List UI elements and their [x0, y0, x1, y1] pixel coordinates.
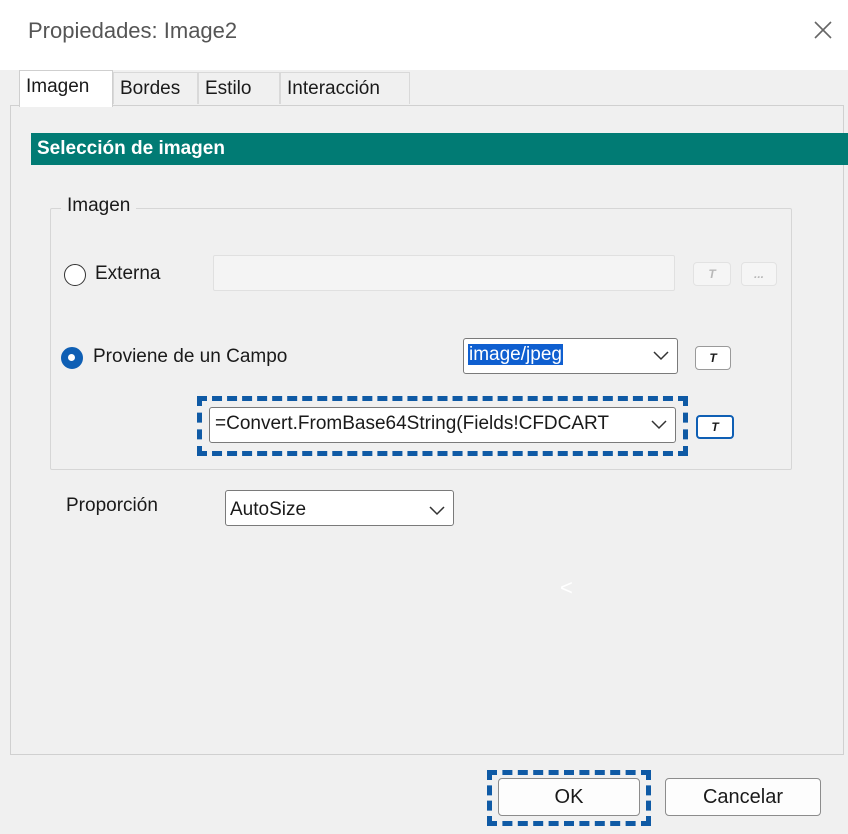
window-title: Propiedades: Image2: [28, 18, 238, 43]
close-button[interactable]: [798, 8, 848, 58]
chevron-down-icon: [653, 351, 669, 361]
mime-expression-button[interactable]: T: [695, 346, 731, 370]
external-path-input: [213, 255, 675, 291]
field-expression-value: =Convert.FromBase64String(Fields!CFDCART: [215, 413, 610, 434]
title-bar: Propiedades: Image2: [0, 0, 848, 70]
close-icon: [814, 21, 832, 39]
tab-estilo[interactable]: Estilo: [198, 72, 280, 104]
radio-from-field-label[interactable]: Proviene de un Campo: [93, 346, 287, 368]
chevron-down-icon: [651, 420, 667, 430]
tab-bordes[interactable]: Bordes: [113, 72, 198, 104]
proportion-label: Proporción: [66, 495, 158, 516]
radio-externa[interactable]: [64, 264, 86, 286]
section-header: Selección de imagen: [31, 133, 848, 165]
external-expression-button: T: [693, 262, 731, 286]
radio-externa-label[interactable]: Externa: [95, 263, 160, 285]
mime-type-value: image/jpeg: [468, 344, 563, 365]
image-group-legend: Imagen: [61, 195, 137, 217]
mime-type-combo[interactable]: image/jpeg: [463, 338, 678, 374]
field-expression-combo[interactable]: =Convert.FromBase64String(Fields!CFDCART: [209, 407, 676, 443]
hint-glyph: <: [560, 575, 573, 600]
tab-interaccion[interactable]: Interacción: [280, 72, 410, 104]
tab-strip: Imagen Bordes Estilo Interacción: [0, 70, 848, 107]
field-expression-button[interactable]: T: [696, 415, 734, 439]
radio-from-field[interactable]: [61, 347, 83, 369]
proportion-value: AutoSize: [230, 499, 307, 520]
chevron-down-icon: [429, 506, 445, 516]
proportion-combo[interactable]: AutoSize: [225, 490, 454, 526]
ok-button[interactable]: OK: [498, 778, 640, 816]
cancel-button[interactable]: Cancelar: [665, 778, 821, 816]
properties-dialog: Propiedades: Image2 Imagen Bordes Estilo…: [0, 0, 848, 834]
external-browse-button: ...: [741, 262, 777, 286]
tab-imagen[interactable]: Imagen: [19, 70, 113, 107]
